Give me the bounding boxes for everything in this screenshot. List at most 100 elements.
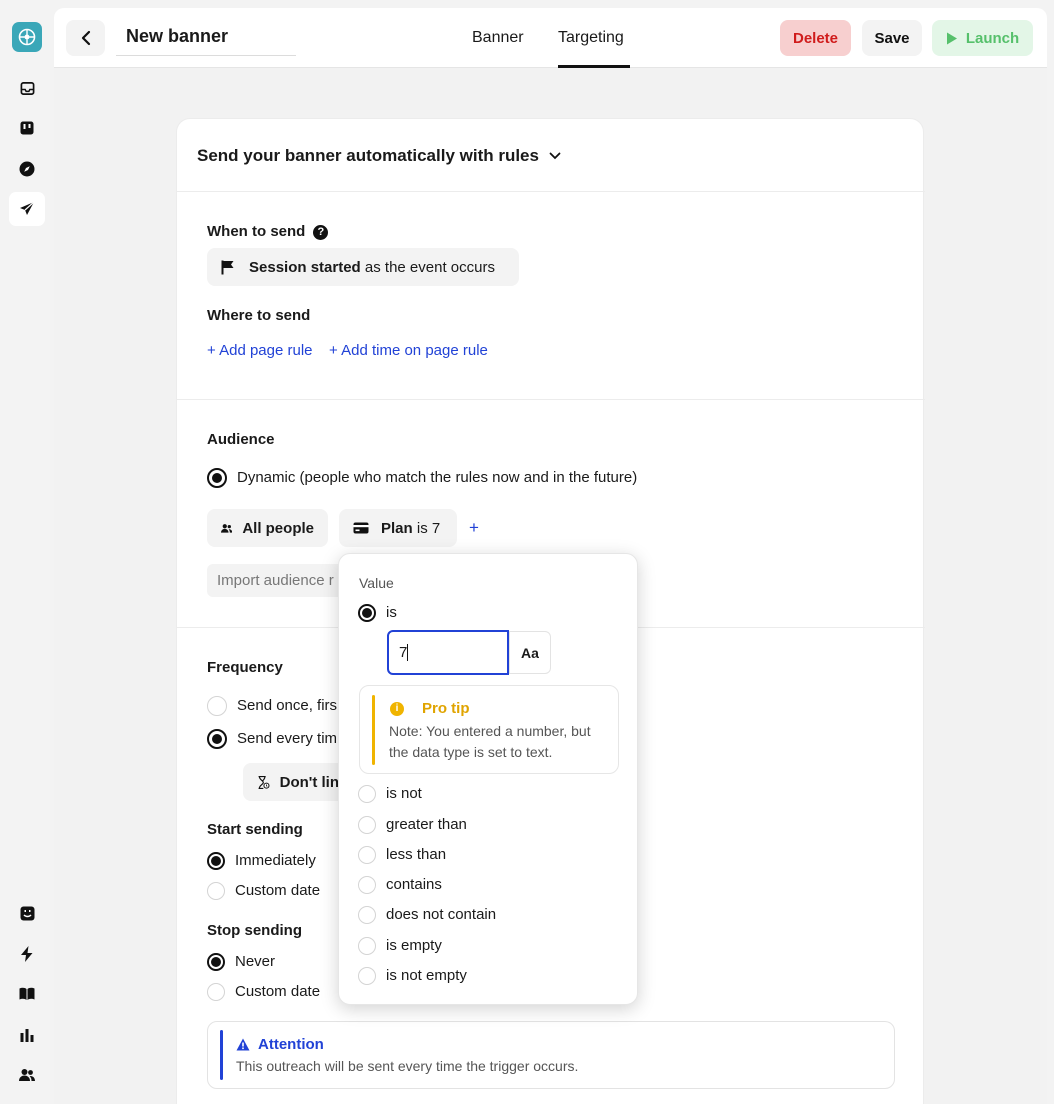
operator-label: less than xyxy=(386,846,447,863)
operator-is-not-empty-option[interactable]: is not empty xyxy=(358,967,467,985)
radio-unselected[interactable] xyxy=(358,876,376,894)
send-every-time-option[interactable]: Send every tim xyxy=(207,729,337,749)
credit-card-icon xyxy=(353,522,369,534)
top-bar: New banner Banner Targeting Delete Save … xyxy=(54,8,1047,68)
add-page-rule-link[interactable]: + Add page rule xyxy=(207,342,313,360)
radio-unselected[interactable] xyxy=(207,696,227,716)
where-to-send-label: Where to send xyxy=(207,307,311,324)
operator-is-not-option[interactable]: is not xyxy=(358,785,422,803)
back-button[interactable] xyxy=(66,20,105,56)
start-custom-date-label: Custom date xyxy=(235,882,321,899)
dont-limit-label: Don't lin xyxy=(279,773,339,791)
attention-title: Attention xyxy=(258,1036,324,1053)
delete-button[interactable]: Delete xyxy=(780,20,851,56)
radio-selected[interactable] xyxy=(207,953,225,971)
start-immediately-option[interactable]: Immediately xyxy=(207,852,316,870)
operator-is-option[interactable]: is xyxy=(358,604,397,622)
book-icon[interactable] xyxy=(9,977,45,1011)
tip-accent xyxy=(372,695,375,765)
data-type-toggle[interactable]: Aa xyxy=(509,631,551,674)
outbound-send-icon[interactable] xyxy=(9,192,45,226)
operator-greater-than-option[interactable]: greater than xyxy=(358,816,467,834)
audience-label: Audience xyxy=(207,431,275,448)
play-icon xyxy=(946,32,957,44)
hourglass-icon xyxy=(258,775,270,789)
radio-unselected[interactable] xyxy=(358,967,376,985)
tab-targeting[interactable]: Targeting xyxy=(558,28,624,48)
save-button[interactable]: Save xyxy=(862,20,922,56)
send-once-label: Send once, firs xyxy=(237,697,338,714)
add-filter-button[interactable]: + xyxy=(469,519,479,537)
radio-unselected[interactable] xyxy=(207,882,225,900)
divider xyxy=(177,399,925,400)
chevron-down-icon xyxy=(549,152,561,160)
warning-icon xyxy=(236,1038,250,1051)
operator-is-empty-option[interactable]: is empty xyxy=(358,937,442,955)
all-people-chip[interactable]: All people xyxy=(207,509,328,547)
send-once-option[interactable]: Send once, firs xyxy=(207,696,337,716)
trigger-chip[interactable]: Session started as the event occurs xyxy=(207,248,519,286)
dynamic-audience-option[interactable]: Dynamic (people who match the rules now … xyxy=(207,468,637,488)
start-custom-date-option[interactable]: Custom date xyxy=(207,882,320,900)
lightning-icon[interactable] xyxy=(9,937,45,971)
operator-less-than-option[interactable]: less than xyxy=(358,846,446,864)
pro-tip-text: Note: You entered a number, but the data… xyxy=(389,723,591,760)
plan-attr: Plan xyxy=(381,519,413,537)
stop-sending-label: Stop sending xyxy=(207,922,302,939)
limit-chip[interactable]: Don't lin xyxy=(243,763,353,801)
operator-label: contains xyxy=(386,876,442,893)
messenger-icon[interactable] xyxy=(9,896,45,930)
frequency-label: Frequency xyxy=(207,659,283,676)
stop-never-option[interactable]: Never xyxy=(207,953,275,971)
radio-unselected[interactable] xyxy=(358,785,376,803)
people-icon xyxy=(221,523,233,533)
radio-unselected[interactable] xyxy=(207,983,225,1001)
rules-header[interactable]: Send your banner automatically with rule… xyxy=(177,119,925,192)
add-time-on-page-rule-link[interactable]: + Add time on page rule xyxy=(329,342,488,360)
help-icon[interactable]: ? xyxy=(313,224,329,240)
radio-unselected[interactable] xyxy=(358,816,376,834)
operator-label: is not empty xyxy=(386,967,467,984)
inbox-icon[interactable] xyxy=(9,71,45,105)
operator-contains-option[interactable]: contains xyxy=(358,876,442,894)
info-icon: i xyxy=(390,701,404,716)
chevron-left-icon xyxy=(81,30,90,46)
contacts-icon[interactable] xyxy=(9,1058,45,1092)
dynamic-audience-label: Dynamic (people who match the rules now … xyxy=(237,469,638,486)
compass-icon[interactable] xyxy=(9,152,45,186)
value-input[interactable]: 7 xyxy=(387,630,509,675)
operator-is-label: is xyxy=(386,604,397,621)
launch-button[interactable]: Launch xyxy=(932,20,1033,56)
stop-custom-date-label: Custom date xyxy=(235,983,321,1000)
callout-accent xyxy=(220,1030,223,1080)
plan-filter-chip[interactable]: Plan is 7 xyxy=(339,509,457,547)
radio-unselected[interactable] xyxy=(358,906,376,924)
radio-selected[interactable] xyxy=(207,852,225,870)
operator-label: greater than xyxy=(386,816,467,833)
reports-icon[interactable] xyxy=(9,1018,45,1052)
operator-does-not-contain-option[interactable]: does not contain xyxy=(358,906,496,924)
trigger-event: Session started xyxy=(249,258,361,276)
active-tab-indicator xyxy=(558,65,630,68)
launch-label: Launch xyxy=(965,29,1020,47)
tab-banner[interactable]: Banner xyxy=(472,28,524,48)
radio-selected[interactable] xyxy=(207,729,227,749)
nav-rail xyxy=(0,0,54,1104)
attention-callout: Attention This outreach will be sent eve… xyxy=(207,1021,895,1089)
app-logo-icon[interactable] xyxy=(12,22,42,52)
import-audience-button[interactable]: Import audience r xyxy=(207,564,347,597)
operator-label: does not contain xyxy=(386,906,497,923)
value-label: Value xyxy=(359,575,394,591)
operator-label: is not xyxy=(386,785,422,802)
radio-unselected[interactable] xyxy=(358,937,376,955)
radio-unselected[interactable] xyxy=(358,846,376,864)
trigger-suffix: as the event occurs xyxy=(364,258,495,276)
banner-title-input[interactable]: New banner xyxy=(116,24,296,56)
rules-heading: Send your banner automatically with rule… xyxy=(197,146,539,165)
radio-selected[interactable] xyxy=(358,604,376,622)
when-to-send-label: When to send xyxy=(207,223,306,240)
start-immediately-label: Immediately xyxy=(235,852,316,869)
board-icon[interactable] xyxy=(9,111,45,145)
radio-selected[interactable] xyxy=(207,468,227,488)
stop-custom-date-option[interactable]: Custom date xyxy=(207,983,320,1001)
